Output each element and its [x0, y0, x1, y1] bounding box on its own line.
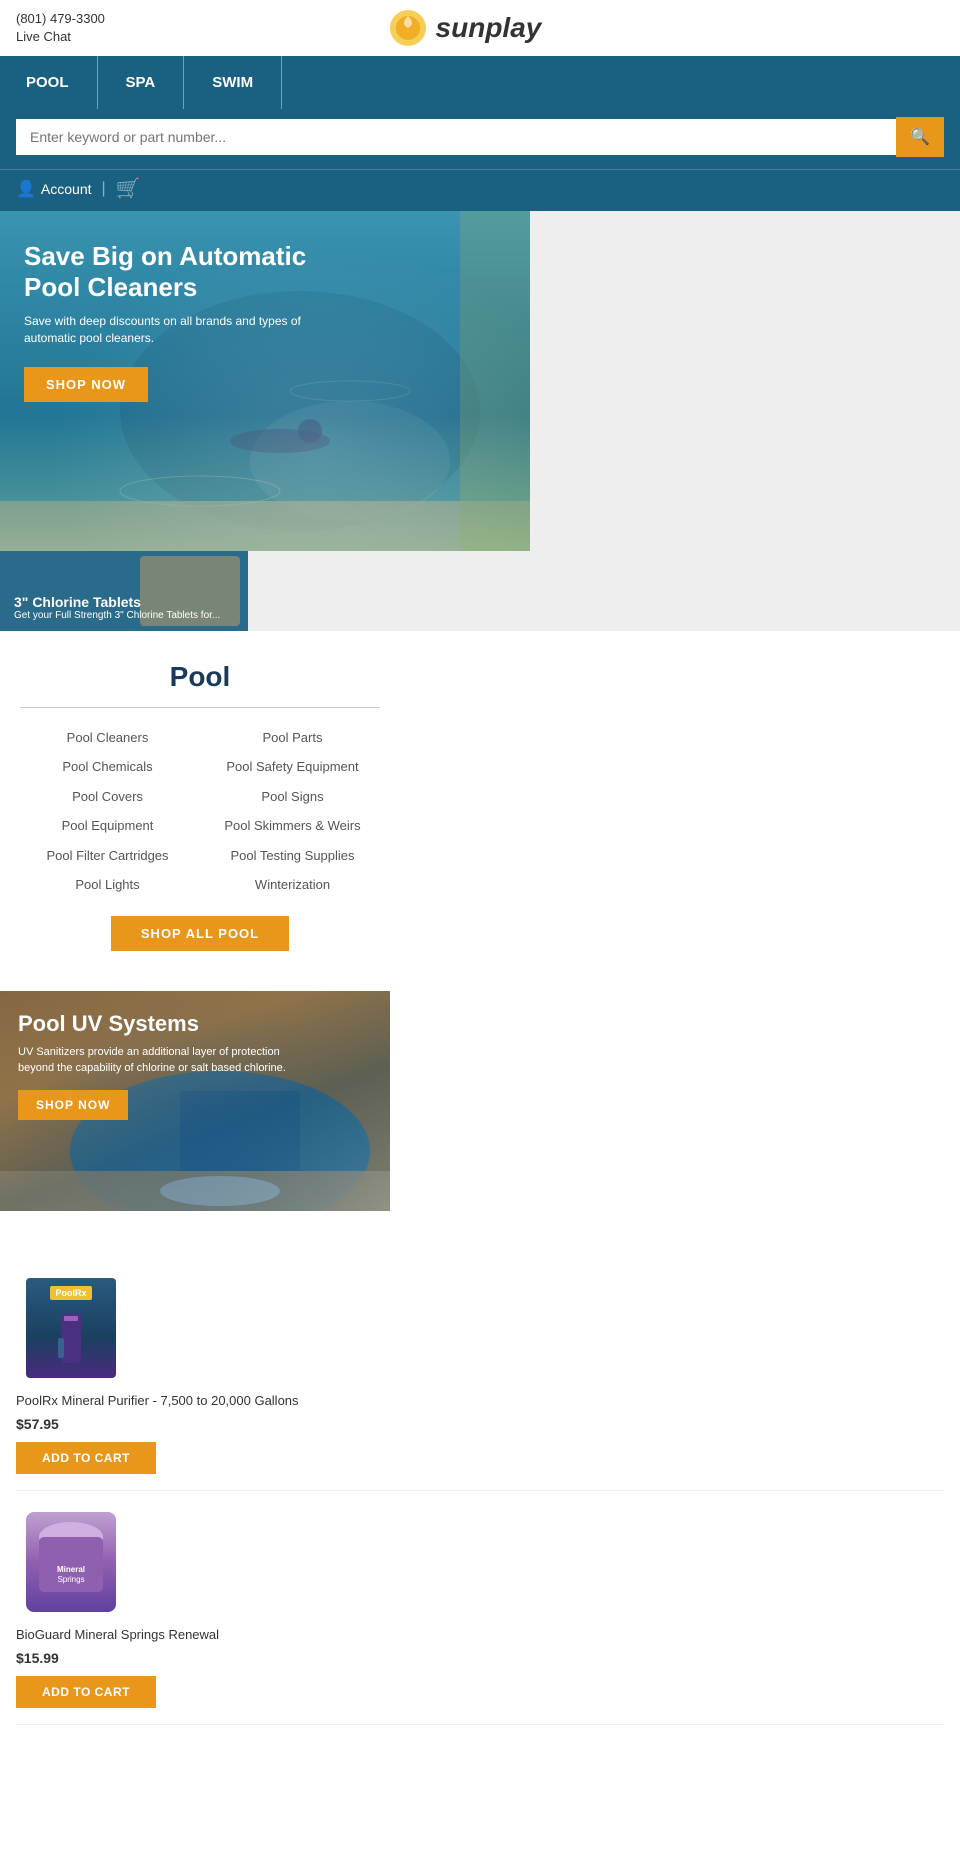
- nav-spa[interactable]: SPA: [98, 56, 185, 109]
- pool-link-safety[interactable]: Pool Safety Equipment: [205, 755, 380, 778]
- search-icon: 🔍: [910, 129, 930, 146]
- product-image-poolrx: [16, 1273, 126, 1383]
- pool-links-grid: Pool Cleaners Pool Parts Pool Chemicals …: [20, 726, 380, 896]
- pool-category-section: Pool Pool Cleaners Pool Parts Pool Chemi…: [0, 631, 400, 981]
- pool-link-parts[interactable]: Pool Parts: [205, 726, 380, 749]
- uv-subtitle: UV Sanitizers provide an additional laye…: [18, 1045, 298, 1076]
- uv-title: Pool UV Systems: [18, 1011, 298, 1037]
- pool-link-winterization[interactable]: Winterization: [205, 873, 380, 896]
- uv-banner: Pool UV Systems UV Sanitizers provide an…: [0, 991, 390, 1211]
- search-button[interactable]: 🔍: [896, 117, 944, 157]
- pool-link-lights[interactable]: Pool Lights: [20, 873, 195, 896]
- user-icon: 👤: [16, 179, 36, 199]
- chlorine-content: 3" Chlorine Tablets Get your Full Streng…: [14, 594, 220, 621]
- pool-link-covers[interactable]: Pool Covers: [20, 785, 195, 808]
- pool-link-testing[interactable]: Pool Testing Supplies: [205, 844, 380, 867]
- chlorine-subtitle: Get your Full Strength 3" Chlorine Table…: [14, 610, 220, 621]
- product-card-poolrx: PoolRx Mineral Purifier - 7,500 to 20,00…: [16, 1257, 944, 1491]
- account-divider: |: [102, 180, 106, 198]
- bioguard-image: Mineral Springs: [26, 1512, 116, 1612]
- logo-icon: [388, 8, 428, 48]
- svg-text:Springs: Springs: [57, 1575, 84, 1584]
- products-section: PoolRx Mineral Purifier - 7,500 to 20,00…: [0, 1237, 960, 1745]
- pool-link-skimmers[interactable]: Pool Skimmers & Weirs: [205, 814, 380, 837]
- chlorine-title: 3" Chlorine Tablets: [14, 594, 220, 610]
- hero-content: Save Big on Automatic Pool Cleaners Save…: [24, 241, 344, 402]
- svg-text:Mineral: Mineral: [57, 1565, 85, 1574]
- site-logo[interactable]: sunplay: [388, 8, 542, 48]
- shop-all-pool-button[interactable]: SHOP ALL POOL: [111, 916, 289, 951]
- hero-banner: Save Big on Automatic Pool Cleaners Save…: [0, 211, 530, 551]
- phone-number[interactable]: (801) 479-3300: [16, 10, 105, 28]
- uv-section: Pool UV Systems UV Sanitizers provide an…: [0, 981, 960, 1237]
- pool-link-filters[interactable]: Pool Filter Cartridges: [20, 844, 195, 867]
- pool-section-title: Pool: [20, 661, 380, 693]
- chlorine-banner: 3" Chlorine Tablets Get your Full Streng…: [0, 551, 248, 631]
- uv-content: Pool UV Systems UV Sanitizers provide an…: [18, 1011, 298, 1120]
- hero-shop-now-button[interactable]: SHOP NOW: [24, 367, 148, 402]
- search-input[interactable]: [16, 119, 896, 155]
- account-bar: 👤 Account | 🛒: [0, 169, 960, 211]
- nav-pool[interactable]: POOL: [16, 56, 98, 109]
- pool-link-equipment[interactable]: Pool Equipment: [20, 814, 195, 837]
- product-name-poolrx: PoolRx Mineral Purifier - 7,500 to 20,00…: [16, 1393, 944, 1410]
- add-to-cart-bioguard[interactable]: ADD TO CART: [16, 1676, 156, 1708]
- bioguard-bag-svg: Mineral Springs: [31, 1517, 111, 1607]
- hero-subtitle: Save with deep discounts on all brands a…: [24, 313, 344, 347]
- add-to-cart-poolrx[interactable]: ADD TO CART: [16, 1442, 156, 1474]
- live-chat-link[interactable]: Live Chat: [16, 28, 105, 46]
- account-label: Account: [41, 181, 92, 197]
- pool-link-signs[interactable]: Pool Signs: [205, 785, 380, 808]
- product-card-bioguard: Mineral Springs BioGuard Mineral Springs…: [16, 1491, 944, 1725]
- search-bar: 🔍: [0, 109, 960, 169]
- cart-button[interactable]: 🛒: [116, 176, 141, 201]
- poolrx-image: [26, 1278, 116, 1378]
- nav-swim[interactable]: SWIM: [184, 56, 282, 109]
- product-image-bioguard: Mineral Springs: [16, 1507, 126, 1617]
- pool-divider: [20, 707, 380, 708]
- product-price-poolrx: $57.95: [16, 1416, 944, 1432]
- uv-shop-now-button[interactable]: SHOP NOW: [18, 1090, 128, 1120]
- hero-section: Save Big on Automatic Pool Cleaners Save…: [0, 211, 960, 631]
- logo-text: sunplay: [436, 12, 542, 44]
- product-name-bioguard: BioGuard Mineral Springs Renewal: [16, 1627, 944, 1644]
- pool-link-cleaners[interactable]: Pool Cleaners: [20, 726, 195, 749]
- hero-title: Save Big on Automatic Pool Cleaners: [24, 241, 344, 303]
- account-link[interactable]: 👤 Account: [16, 179, 92, 199]
- pool-link-chemicals[interactable]: Pool Chemicals: [20, 755, 195, 778]
- top-bar: (801) 479-3300 Live Chat sunplay: [0, 0, 960, 56]
- product-price-bioguard: $15.99: [16, 1650, 944, 1666]
- poolrx-bottle-svg: [46, 1308, 96, 1368]
- contact-info: (801) 479-3300 Live Chat: [16, 10, 105, 46]
- main-navigation: POOL SPA SWIM: [0, 56, 960, 109]
